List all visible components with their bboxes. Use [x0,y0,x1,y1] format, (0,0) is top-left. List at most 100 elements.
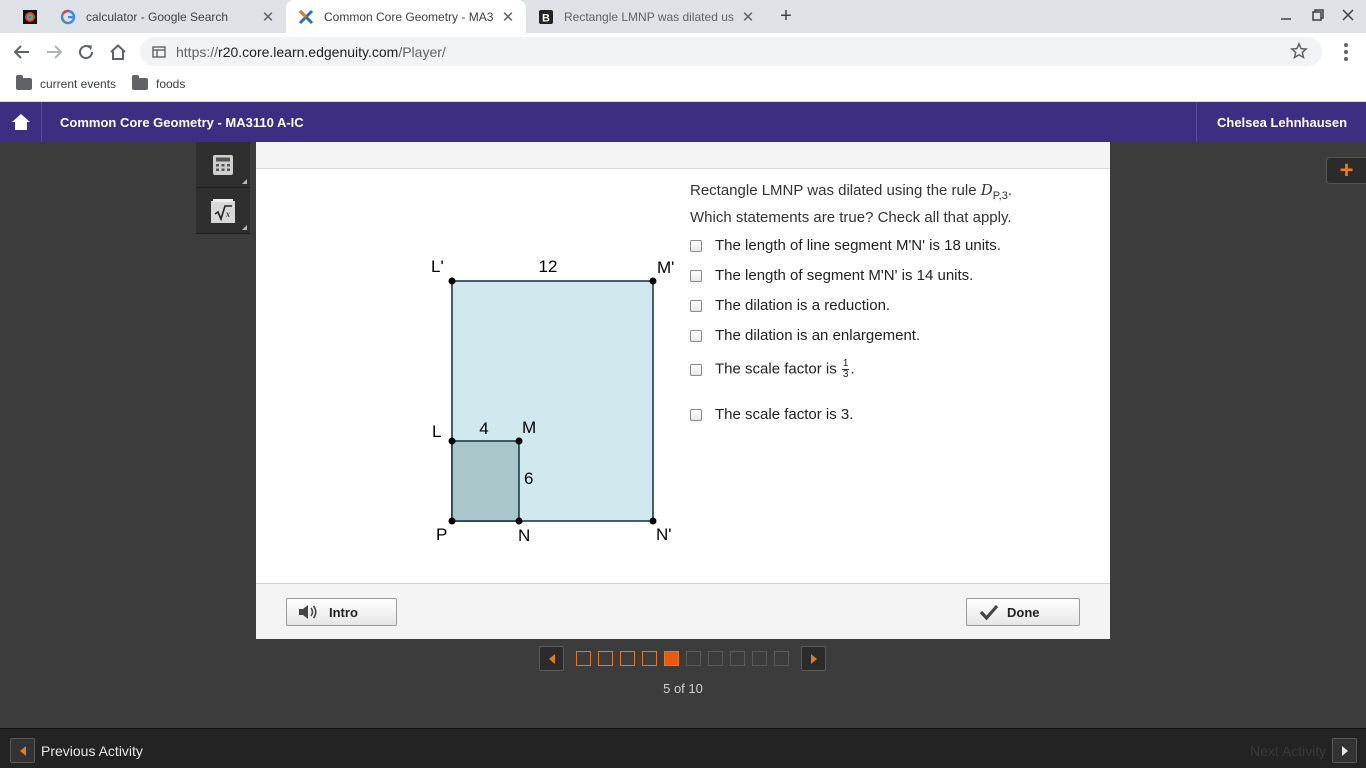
point-l-prime [448,277,456,285]
arrow-left-icon [10,738,35,763]
calculator-icon [213,154,233,175]
close-tab-icon[interactable]: ✕ [740,9,756,26]
prompt-text: Rectangle LMNP was dilated using the rul… [690,182,981,199]
label-p: P [436,525,447,544]
pager-question-5[interactable] [664,651,679,666]
pager-question-10[interactable] [774,651,789,666]
label-n: N [518,526,530,545]
back-icon[interactable] [11,41,33,63]
url-scheme: https:// [176,43,219,60]
tab-title: Common Core Geometry - MA3110 A-IC [324,9,494,24]
next-question-button[interactable] [801,646,826,671]
point-m-prime [649,277,657,285]
previous-activity-button[interactable]: Previous Activity [10,738,143,763]
bookmark-star-icon[interactable] [1289,41,1309,60]
option-text: The dilation is an enlargement. [715,327,921,344]
label-n-prime: N' [656,525,672,544]
pager-question-3[interactable] [620,651,635,666]
fraction: 13 [841,359,850,380]
header-divider [1196,102,1197,142]
previous-question-button[interactable] [539,646,564,671]
pager-question-9[interactable] [752,651,767,666]
user-name[interactable]: Chelsea Lehnhausen [1217,115,1347,130]
minimize-icon[interactable] [1276,6,1296,26]
option-4[interactable]: The dilation is an enlargement. [690,327,920,344]
brainly-icon: B [538,9,554,25]
question-prompt: Rectangle LMNP was dilated using the rul… [690,179,1090,229]
close-tab-icon[interactable]: ✕ [500,9,516,26]
browser-menu-icon[interactable] [1336,41,1356,63]
next-activity-button[interactable]: Next Activity [1250,738,1358,763]
pinned-app-icon [22,9,38,25]
new-tab-icon[interactable]: + [776,6,796,26]
checkbox[interactable] [690,408,702,421]
option-text: The scale factor is 13. [715,359,855,380]
close-tab-icon[interactable]: ✕ [260,9,276,26]
label-m-prime: M' [657,258,674,277]
activity-nav-bar: Previous Activity Next Activity [0,728,1366,768]
dilation-rule: DP,3 [981,181,1008,202]
course-title: Common Core Geometry - MA3110 A-IC [60,115,304,130]
pinned-tab[interactable] [10,0,44,33]
length-top: 12 [539,257,558,276]
arrow-right-icon [1332,738,1358,763]
tab-google-search[interactable]: calculator - Google Search ✕ [48,0,286,33]
tab-edgenuity[interactable]: Common Core Geometry - MA3110 A-IC ✕ [286,0,526,33]
bookmark-current-events[interactable]: current events [16,75,116,91]
plus-icon: + [1339,156,1354,184]
forward-icon[interactable] [43,41,65,63]
checkbox[interactable] [690,363,702,376]
question-card: L' M' N' L M N P 12 4 6 Rectangle LMNP w… [256,142,1110,639]
expand-panel-button[interactable]: + [1326,157,1366,184]
pager-question-7[interactable] [708,651,723,666]
point-p [448,517,456,525]
formula-tool-button[interactable]: x [196,188,250,234]
instruction-text: Which statements are true? Check all tha… [690,209,1012,226]
folder-icon [16,75,32,90]
pager-question-4[interactable] [642,651,657,666]
option-5[interactable]: The scale factor is 13. [690,359,855,380]
pager-label: 5 of 10 [663,681,703,696]
pager-question-8[interactable] [730,651,745,666]
app-header: Common Core Geometry - MA3110 A-IC Chels… [0,102,1366,142]
bookmarks-bar: current events foods [0,70,1366,102]
option-2[interactable]: The length of segment M'N' is 14 units. [690,267,973,284]
intro-label: Intro [329,604,358,620]
pager-question-6[interactable] [686,651,701,666]
reload-icon[interactable] [75,41,97,63]
bookmark-foods[interactable]: foods [132,75,185,91]
checkbox[interactable] [690,269,702,282]
option-6[interactable]: The scale factor is 3. [690,406,853,423]
close-window-icon[interactable] [1338,6,1358,26]
expand-corner-icon [242,179,247,184]
google-icon [60,9,76,25]
edgenuity-icon [298,9,314,25]
pager-question-1[interactable] [576,651,591,666]
app-home-button[interactable] [0,102,42,142]
done-button[interactable]: Done [966,598,1080,626]
restore-icon[interactable] [1308,6,1328,26]
checkbox[interactable] [690,299,702,312]
fraction-denominator: 3 [842,369,849,380]
pager-question-2[interactable] [598,651,613,666]
address-bar[interactable]: https://r20.core.learn.edgenuity.com/Pla… [140,37,1322,66]
site-info-icon[interactable] [152,45,166,59]
browser-tab-strip: calculator - Google Search ✕ Common Core… [0,0,1366,33]
checkbox[interactable] [690,239,702,252]
option-1[interactable]: The length of line segment M'N' is 18 un… [690,237,1001,254]
option-text: The length of line segment M'N' is 18 un… [715,237,1001,254]
option-text: The scale factor is 3. [715,406,854,423]
tab-brainly[interactable]: B Rectangle LMNP was dilated using the r… [526,0,766,33]
option-3[interactable]: The dilation is a reduction. [690,297,890,314]
svg-text:x: x [226,210,231,219]
speaker-icon [299,605,317,619]
option-text-main: The scale factor is [715,360,841,378]
calculator-tool-button[interactable] [196,142,250,188]
option-text: The dilation is a reduction. [715,297,891,314]
arrow-right-icon [810,653,817,664]
home-icon[interactable] [107,41,129,63]
home-icon [11,114,30,130]
checkbox[interactable] [690,329,702,342]
intro-button[interactable]: Intro [286,598,397,626]
expand-corner-icon [242,225,247,230]
